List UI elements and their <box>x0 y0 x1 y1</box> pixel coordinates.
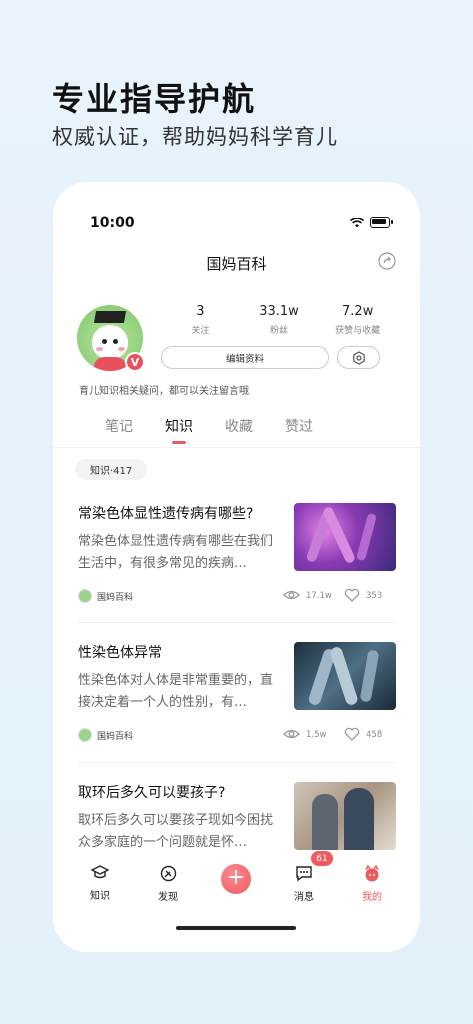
graduation-cap <box>93 311 127 323</box>
tab-favorites[interactable]: 收藏 <box>225 416 253 436</box>
tabbar-knowledge[interactable]: 知识 <box>75 865 125 902</box>
compass-icon <box>160 865 176 882</box>
author-avatar <box>78 728 92 742</box>
knowledge-count-chip[interactable]: 知识·417 <box>75 459 148 480</box>
stat-following[interactable]: 3 关注 <box>161 304 240 336</box>
stat-followers[interactable]: 33.1w 粉丝 <box>240 304 319 336</box>
status-icons <box>350 217 393 228</box>
heart-icon[interactable] <box>344 588 360 602</box>
like-count: 458 <box>366 730 383 740</box>
tab-liked[interactable]: 赞过 <box>285 416 313 436</box>
view-count: 1.5w <box>306 730 327 740</box>
stat-value: 3 <box>196 304 205 319</box>
article-excerpt: 常染色体显性遗传病有哪些在我们生活中，有很多常见的疾病… <box>78 534 274 571</box>
tabbar-discover[interactable]: 发现 <box>143 865 193 903</box>
tab-knowledge[interactable]: 知识 <box>165 416 193 444</box>
author-name: 国妈百科 <box>97 732 134 742</box>
article-title: 常染色体显性遗传病有哪些? <box>78 506 254 522</box>
chat-icon <box>296 866 312 882</box>
promo-subtitle: 权威认证，帮助妈妈科学育儿 <box>52 125 338 149</box>
article-card[interactable]: 常染色体显性遗传病有哪些? 常染色体显性遗传病有哪些在我们生活中，有很多常见的疾… <box>78 503 396 623</box>
profile-stats: 3 关注 33.1w 粉丝 7.2w 获赞与收藏 <box>161 304 397 336</box>
phone-frame: 10:00 国妈百科 V 3 关注 33.1w 粉丝 7.2w 获赞与收藏 编辑… <box>53 182 420 952</box>
divider <box>78 622 395 623</box>
message-count-badge: 61 <box>311 851 333 866</box>
article-title: 取环后多久可以要孩子? <box>78 785 226 801</box>
tab-notes[interactable]: 笔记 <box>105 416 133 436</box>
article-title: 性染色体异常 <box>78 645 162 661</box>
view-count: 17.1w <box>306 591 332 601</box>
article-thumbnail <box>294 503 396 571</box>
tabbar-label: 我的 <box>362 892 382 903</box>
divider <box>78 762 395 763</box>
graduation-cap-icon <box>90 865 110 879</box>
stat-label: 获赞与收藏 <box>335 326 381 336</box>
tabbar-messages[interactable]: 消息 <box>279 865 329 903</box>
edit-profile-button[interactable]: 编辑资料 <box>161 346 329 369</box>
share-button[interactable] <box>378 252 396 270</box>
tabbar-label: 发现 <box>158 892 178 903</box>
settings-button[interactable] <box>337 346 380 369</box>
article-meta: 国妈百科 1.5w 458 <box>78 727 395 744</box>
page-title: 国妈百科 <box>206 255 267 273</box>
profile-mascot-icon <box>365 864 379 882</box>
tabbar-me[interactable]: 我的 <box>347 864 397 903</box>
share-icon <box>378 252 396 270</box>
home-indicator <box>176 926 296 930</box>
battery-icon <box>370 217 393 228</box>
tabbar-label: 知识 <box>90 891 110 902</box>
divider <box>53 447 420 448</box>
profile-tabs: 笔记 知识 收藏 赞过 <box>105 416 313 444</box>
add-button[interactable]: + <box>221 864 251 894</box>
stat-value: 7.2w <box>342 304 374 319</box>
article-card[interactable]: 性染色体异常 性染色体对人体是非常重要的，直接决定着一个人的性别，有… 国妈百科… <box>78 642 396 762</box>
eye-icon <box>283 729 300 739</box>
article-excerpt: 取环后多久可以要孩子现如今困扰众多家庭的一个问题就是怀… <box>78 813 274 850</box>
article-meta: 国妈百科 17.1w 353 <box>78 588 395 605</box>
wifi-icon <box>350 217 364 228</box>
profile-bio: 育儿知识相关疑问，都可以关注留言哦 <box>79 386 249 397</box>
verified-badge: V <box>125 352 145 372</box>
promo-title: 专业指导护航 <box>52 80 257 118</box>
like-count: 353 <box>366 591 383 601</box>
stat-label: 关注 <box>191 326 210 336</box>
eye-icon <box>283 590 300 600</box>
stat-likes-collects[interactable]: 7.2w 获赞与收藏 <box>318 304 397 336</box>
settings-icon <box>352 350 365 365</box>
status-time: 10:00 <box>90 215 135 231</box>
heart-icon[interactable] <box>344 727 360 741</box>
author-avatar <box>78 589 92 603</box>
bottom-tab-bar: 知识 发现 + 消息 61 我的 <box>53 851 420 925</box>
author-name: 国妈百科 <box>97 593 134 603</box>
article-thumbnail <box>294 782 396 850</box>
stat-label: 粉丝 <box>270 326 289 336</box>
tabbar-label: 消息 <box>294 892 314 903</box>
article-thumbnail <box>294 642 396 710</box>
article-excerpt: 性染色体对人体是非常重要的，直接决定着一个人的性别，有… <box>78 673 274 710</box>
stat-value: 33.1w <box>259 304 299 319</box>
